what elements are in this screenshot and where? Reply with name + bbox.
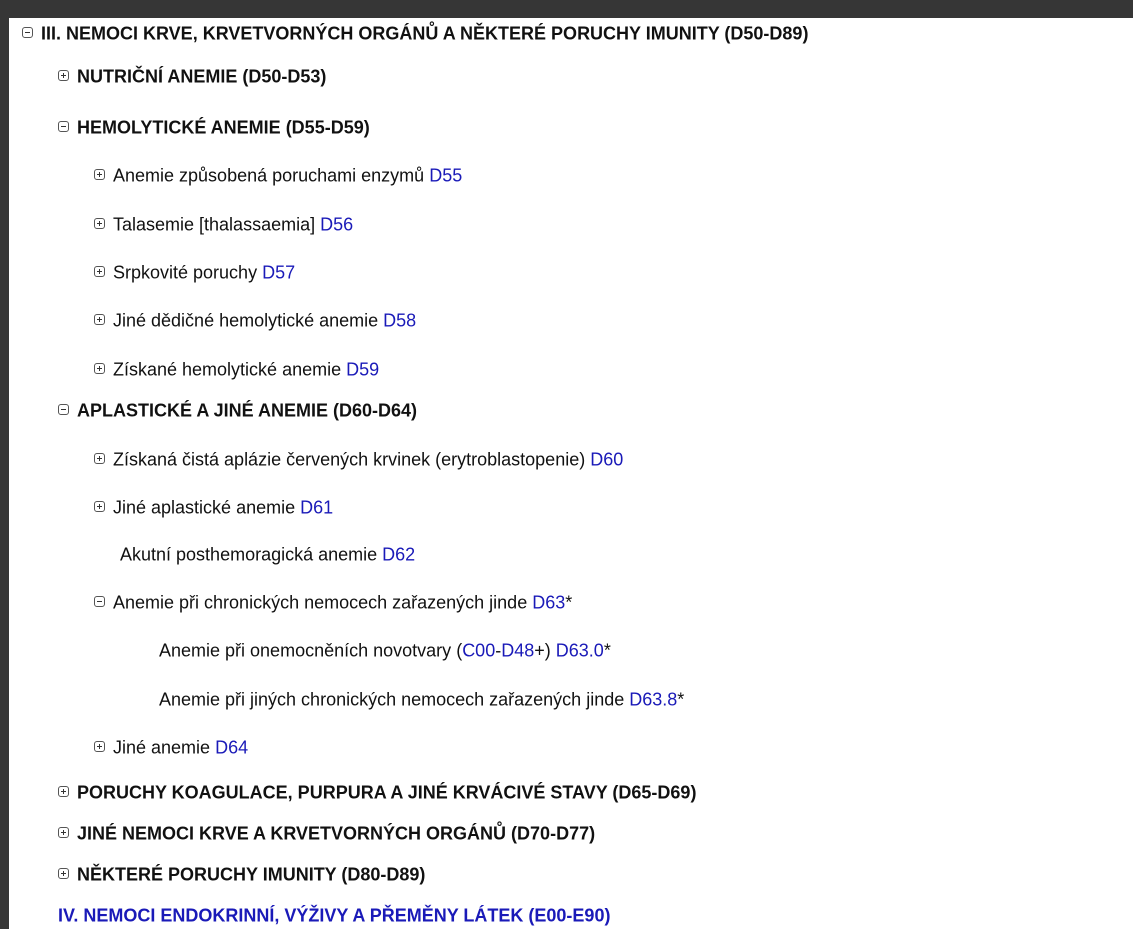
node-label: Získaná čistá aplázie červených krvinek … <box>113 449 586 470</box>
tree-node-d64[interactable]: Jiné anemie D64 <box>9 732 248 760</box>
code-link[interactable]: D57 <box>262 262 295 282</box>
expand-icon[interactable] <box>58 785 69 797</box>
chapter-title: III. NEMOCI KRVE, KRVETVORNÝCH ORGÁNŮ A … <box>41 23 809 44</box>
expand-icon[interactable] <box>94 362 105 374</box>
node-label: Jiné anemie <box>113 737 211 758</box>
tree-node-d55[interactable]: Anemie způsobená poruchami enzymů D55 <box>9 160 462 188</box>
expand-icon[interactable] <box>94 265 105 277</box>
expand-icon[interactable] <box>94 168 105 180</box>
node-label: Jiné aplastické anemie <box>113 497 296 518</box>
tree-node-chapter-iii[interactable]: III. NEMOCI KRVE, KRVETVORNÝCH ORGÁNŮ A … <box>9 18 808 46</box>
group-title: APLASTICKÉ A JINÉ ANEMIE (D60-D64) <box>77 400 418 421</box>
asterisk-suffix: * <box>565 592 573 613</box>
tree-node-d58[interactable]: Jiné dědičné hemolytické anemie D58 <box>9 305 416 333</box>
tree-node-chapter-iv[interactable]: IV. NEMOCI ENDOKRINNÍ, VÝŽIVY A PŘEMĚNY … <box>9 900 610 928</box>
expand-icon[interactable] <box>94 217 105 229</box>
group-title: NUTRIČNÍ ANEMIE (D50-D53) <box>77 66 327 87</box>
node-label: Anemie při chronických nemocech zařazený… <box>113 592 528 613</box>
code-link[interactable]: D60 <box>590 449 623 469</box>
node-label: Srpkovité poruchy <box>113 262 258 283</box>
app-window: III. NEMOCI KRVE, KRVETVORNÝCH ORGÁNŮ A … <box>0 0 1133 929</box>
tree-node-d60-d64[interactable]: APLASTICKÉ A JINÉ ANEMIE (D60-D64) <box>9 395 417 423</box>
node-label: Jiné dědičné hemolytické anemie <box>113 310 379 331</box>
group-title: JINÉ NEMOCI KRVE A KRVETVORNÝCH ORGÁNŮ (… <box>77 823 596 844</box>
node-label: Anemie při onemocněních novotvary <box>159 640 452 661</box>
ref-link-d48[interactable]: D48 <box>501 640 534 660</box>
code-link[interactable]: D58 <box>383 310 416 330</box>
node-label: Anemie při jiných chronických nemocech z… <box>159 689 625 710</box>
code-link[interactable]: D61 <box>300 497 333 517</box>
asterisk-suffix: * <box>603 640 611 661</box>
tree-node-d63-8: Anemie při jiných chronických nemocech z… <box>9 684 684 712</box>
expand-icon[interactable] <box>58 69 69 81</box>
tree-node-d59[interactable]: Získané hemolytické anemie D59 <box>9 354 379 382</box>
code-link[interactable]: D63.0 <box>556 640 604 660</box>
expand-icon[interactable] <box>94 500 105 512</box>
collapse-icon[interactable] <box>58 120 69 132</box>
expand-icon[interactable] <box>94 452 105 464</box>
code-link[interactable]: D56 <box>320 214 353 234</box>
tree-node-d56[interactable]: Talasemie [thalassaemia] D56 <box>9 209 353 237</box>
node-label: Akutní posthemoragická anemie <box>120 544 378 565</box>
tree-node-d63[interactable]: Anemie při chronických nemocech zařazený… <box>9 587 572 615</box>
expand-icon[interactable] <box>94 313 105 325</box>
node-label: Získané hemolytické anemie <box>113 359 342 380</box>
group-title: NĚKTERÉ PORUCHY IMUNITY (D80-D89) <box>77 864 426 885</box>
tree-panel: III. NEMOCI KRVE, KRVETVORNÝCH ORGÁNŮ A … <box>9 18 1133 929</box>
code-link[interactable]: D63.8 <box>629 689 677 709</box>
expand-icon[interactable] <box>58 867 69 879</box>
group-title: HEMOLYTICKÉ ANEMIE (D55-D59) <box>77 117 370 138</box>
tree-node-d62: Akutní posthemoragická anemie D62 <box>9 539 415 567</box>
collapse-icon[interactable] <box>94 595 105 607</box>
node-label: Anemie způsobená poruchami enzymů <box>113 165 425 186</box>
code-link[interactable]: D64 <box>215 737 248 757</box>
collapse-icon[interactable] <box>22 26 33 38</box>
ref-link-c00[interactable]: C00 <box>462 640 495 660</box>
tree-node-d80-d89[interactable]: NĚKTERÉ PORUCHY IMUNITY (D80-D89) <box>9 859 425 887</box>
window-left-border <box>0 0 9 929</box>
tree-node-d57[interactable]: Srpkovité poruchy D57 <box>9 257 295 285</box>
code-link[interactable]: D55 <box>429 165 462 185</box>
expand-icon[interactable] <box>58 826 69 838</box>
group-title: PORUCHY KOAGULACE, PURPURA A JINÉ KRVÁCI… <box>77 782 697 803</box>
tree-node-d65-d69[interactable]: PORUCHY KOAGULACE, PURPURA A JINÉ KRVÁCI… <box>9 777 696 805</box>
tree-node-d50-d53[interactable]: NUTRIČNÍ ANEMIE (D50-D53) <box>9 61 326 89</box>
window-top-border <box>0 0 1133 18</box>
tree-node-d63-0: Anemie při onemocněních novotvary (C00-D… <box>9 635 611 663</box>
collapse-icon[interactable] <box>58 403 69 415</box>
ref-suffix: +) <box>534 640 551 661</box>
node-label: Talasemie [thalassaemia] <box>113 214 316 235</box>
chapter-link[interactable]: IV. NEMOCI ENDOKRINNÍ, VÝŽIVY A PŘEMĚNY … <box>58 905 610 925</box>
expand-icon[interactable] <box>94 740 105 752</box>
tree-node-d70-d77[interactable]: JINÉ NEMOCI KRVE A KRVETVORNÝCH ORGÁNŮ (… <box>9 818 595 846</box>
code-link[interactable]: D62 <box>382 544 415 564</box>
code-link[interactable]: D59 <box>346 359 379 379</box>
code-link[interactable]: D63 <box>532 592 565 612</box>
tree-node-d60[interactable]: Získaná čistá aplázie červených krvinek … <box>9 444 623 472</box>
tree-node-d55-d59[interactable]: HEMOLYTICKÉ ANEMIE (D55-D59) <box>9 112 370 140</box>
asterisk-suffix: * <box>677 689 685 710</box>
tree-node-d61[interactable]: Jiné aplastické anemie D61 <box>9 492 333 520</box>
